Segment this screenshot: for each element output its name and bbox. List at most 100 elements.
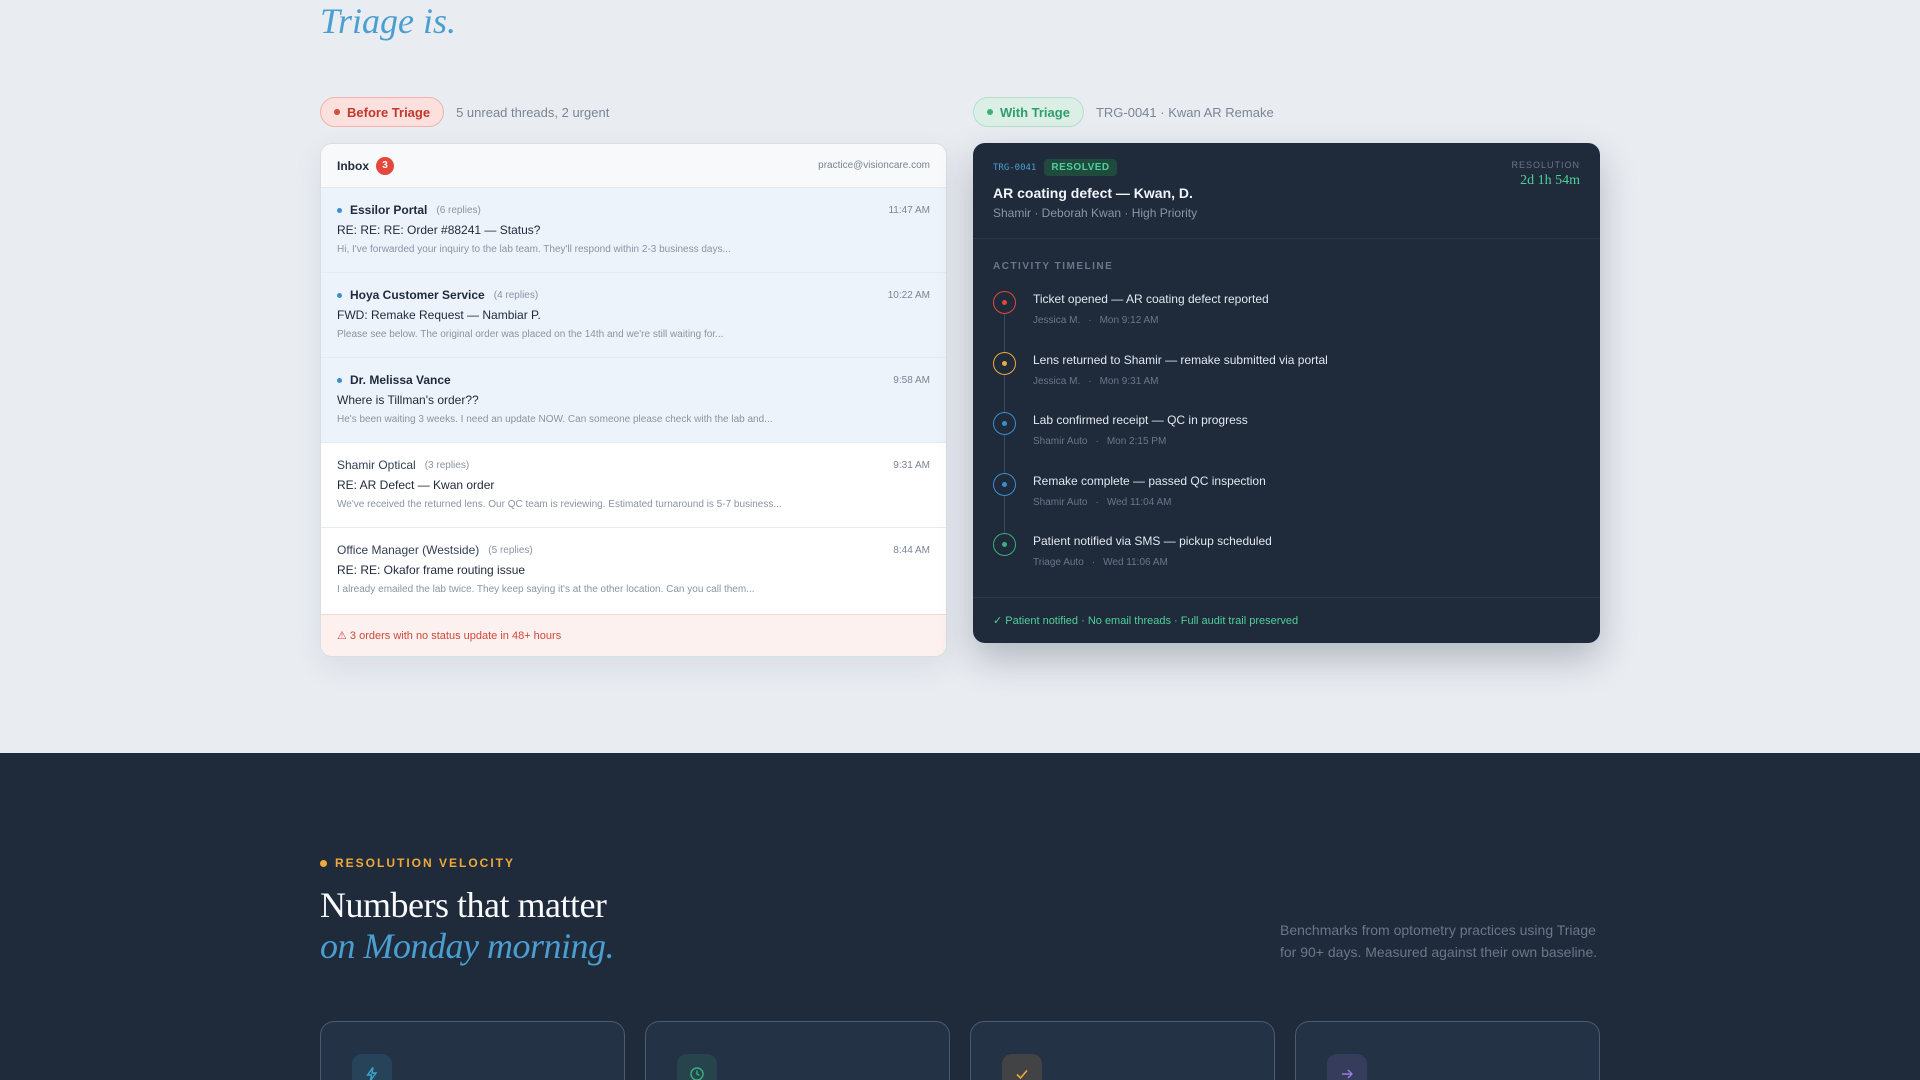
timeline-event-time: Mon 9:12 AM [1099,315,1159,326]
with-triage-pill-label: With Triage [1000,104,1070,120]
timeline-event-text: Lab confirmed receipt — QC in progress [1033,413,1248,427]
timeline-event: Lab confirmed receipt — QC in progress S… [993,410,1553,471]
inbox-email-address: practice@visioncare.com [818,160,930,171]
timeline-node-icon [993,533,1016,556]
email-sender: Hoya Customer Service [350,288,485,302]
email-item[interactable]: Hoya Customer Service (4 replies) 10:22 A… [321,273,946,358]
inbox-title-group: Inbox 3 [337,156,394,175]
timeline-event-text: Lens returned to Shamir — remake submitt… [1033,352,1328,367]
ticket-title: AR coating defect — Kwan, D. [993,185,1193,201]
email-subject: RE: RE: Okafor frame routing issue [337,563,526,577]
email-preview: He's been waiting 3 weeks. I need an upd… [337,414,773,425]
unread-dot-icon [337,207,342,213]
timeline-event-actor: Triage Auto [1033,557,1084,568]
eyebrow-dot-icon [320,859,327,867]
timeline-event-time: Wed 11:04 AM [1106,496,1172,508]
lightning-icon [352,1054,392,1080]
metric-card [1295,1021,1600,1080]
email-time: 10:22 AM [887,289,930,301]
with-triage-label-row: With Triage TRG-0041 · Kwan AR Remake [973,97,1274,127]
email-reply-count: (5 replies) [488,544,533,556]
resolution-time: RESOLUTION 2d 1h 54m [1511,160,1580,189]
inbox-card: Inbox 3 practice@visioncare.com Essilor … [320,143,947,657]
section-eyebrow: RESOLUTION VELOCITY [320,856,515,870]
ticket-meta: Shamir · Deborah Kwan · High Priority [993,206,1198,220]
email-preview: We've received the returned lens. Our QC… [337,499,782,510]
resolution-velocity-section: RESOLUTION VELOCITY Numbers that matter … [0,753,1920,1080]
email-time: 8:44 AM [893,544,930,556]
metric-cards [320,1021,1600,1080]
metric-card [320,1021,625,1080]
email-time: 9:31 AM [893,459,930,471]
timeline-event: Remake complete — passed QC inspection S… [993,471,1553,532]
timeline-event-time: Mon 2:15 PM [1106,436,1167,447]
with-triage-pill: With Triage [973,97,1084,127]
timeline-node-icon [993,351,1016,375]
email-reply-count: (3 replies) [424,459,470,471]
with-triage-note: TRG-0041 · Kwan AR Remake [1095,104,1274,120]
eyebrow-label: RESOLUTION VELOCITY [335,856,516,870]
email-sender: Office Manager (Westside) [337,543,480,557]
resolution-label: RESOLUTION [1511,160,1580,170]
section-heading-italic: on Monday morning. [320,926,614,966]
email-preview: I already emailed the lab twice. They ke… [337,584,755,595]
email-sender: Essilor Portal [350,203,428,217]
email-time: 11:47 AM [888,204,930,216]
timeline-event-text: Patient notified via SMS — pickup schedu… [1033,534,1272,548]
inbox-header: Inbox 3 practice@visioncare.com [321,144,946,188]
timeline-event-text: Ticket opened — AR coating defect report… [1033,292,1269,306]
ticket-status-badge: RESOLVED [1044,159,1117,176]
resolution-value: 2d 1h 54m [1520,173,1580,188]
unread-dot-icon [337,377,342,383]
before-triage-pill-label: Before Triage [347,104,431,120]
timeline-event-actor: Shamir Auto [1033,496,1088,508]
section-heading: Numbers that matter [320,885,607,925]
timeline-node-icon [993,412,1016,435]
email-subject: RE: AR Defect — Kwan order [337,478,495,492]
timeline-event-text: Remake complete — passed QC inspection [1033,473,1266,488]
before-triage-pill: Before Triage [320,97,445,127]
before-triage-note: 5 unread threads, 2 urgent [456,104,610,120]
status-dot-icon [334,109,340,115]
before-triage-label-row: Before Triage 5 unread threads, 2 urgent [320,97,609,127]
timeline-event-actor: Shamir Auto [1033,436,1088,447]
activity-timeline: Ticket opened — AR coating defect report… [993,289,1553,592]
status-dot-icon [987,109,993,115]
ticket-footer: ✓ Patient notified · No email threads · … [973,597,1600,643]
timeline-heading: ACTIVITY TIMELINE [993,261,1114,272]
arrow-right-icon [1327,1054,1367,1080]
check-icon [1002,1054,1042,1080]
timeline-node-icon [993,291,1016,314]
email-reply-count: (6 replies) [436,204,481,216]
email-item[interactable]: Shamir Optical (3 replies) 9:31 AM RE: AR… [321,443,946,528]
email-preview: Please see below. The original order was… [337,329,724,340]
email-reply-count: (4 replies) [493,289,539,301]
hero-heading-tail: Triage is. [320,1,457,41]
timeline-event: Patient notified via SMS — pickup schedu… [993,531,1553,592]
timeline-node-icon [993,472,1016,496]
email-item[interactable]: Essilor Portal (6 replies) 11:47 AM RE: R… [321,188,946,273]
timeline-event: Ticket opened — AR coating defect report… [993,289,1553,350]
email-item[interactable]: Office Manager (Westside) (5 replies) 8:4… [321,528,946,613]
email-subject: FWD: Remake Request — Nambiar P. [337,308,541,322]
email-subject: RE: RE: RE: Order #88241 — Status? [337,223,541,237]
inbox-title: Inbox [337,158,369,173]
clock-icon [677,1054,717,1080]
metric-card [970,1021,1275,1080]
email-subject: Where is Tillman's order?? [337,393,479,407]
email-sender: Shamir Optical [337,458,416,472]
metric-card [645,1021,950,1080]
timeline-event-actor: Jessica M. [1033,315,1081,326]
ticket-card: TRG-0041 RESOLVED AR coating defect — Kw… [973,143,1600,643]
unread-dot-icon [337,292,342,298]
email-time: 9:58 AM [893,374,930,386]
ticket-header: TRG-0041 RESOLVED AR coating defect — Kw… [973,143,1600,239]
ticket-id: TRG-0041 [993,162,1037,173]
timeline-event: Lens returned to Shamir — remake submitt… [993,350,1553,411]
email-preview: Hi, I've forwarded your inquiry to the l… [337,244,731,255]
email-sender: Dr. Melissa Vance [350,373,451,387]
email-item[interactable]: Dr. Melissa Vance 9:58 AM Where is Tillm… [321,358,946,443]
timeline-event-time: Wed 11:06 AM [1103,557,1168,568]
stale-orders-alert: ⚠ 3 orders with no status update in 48+ … [321,614,946,656]
timeline-event-time: Mon 9:31 AM [1099,375,1159,387]
